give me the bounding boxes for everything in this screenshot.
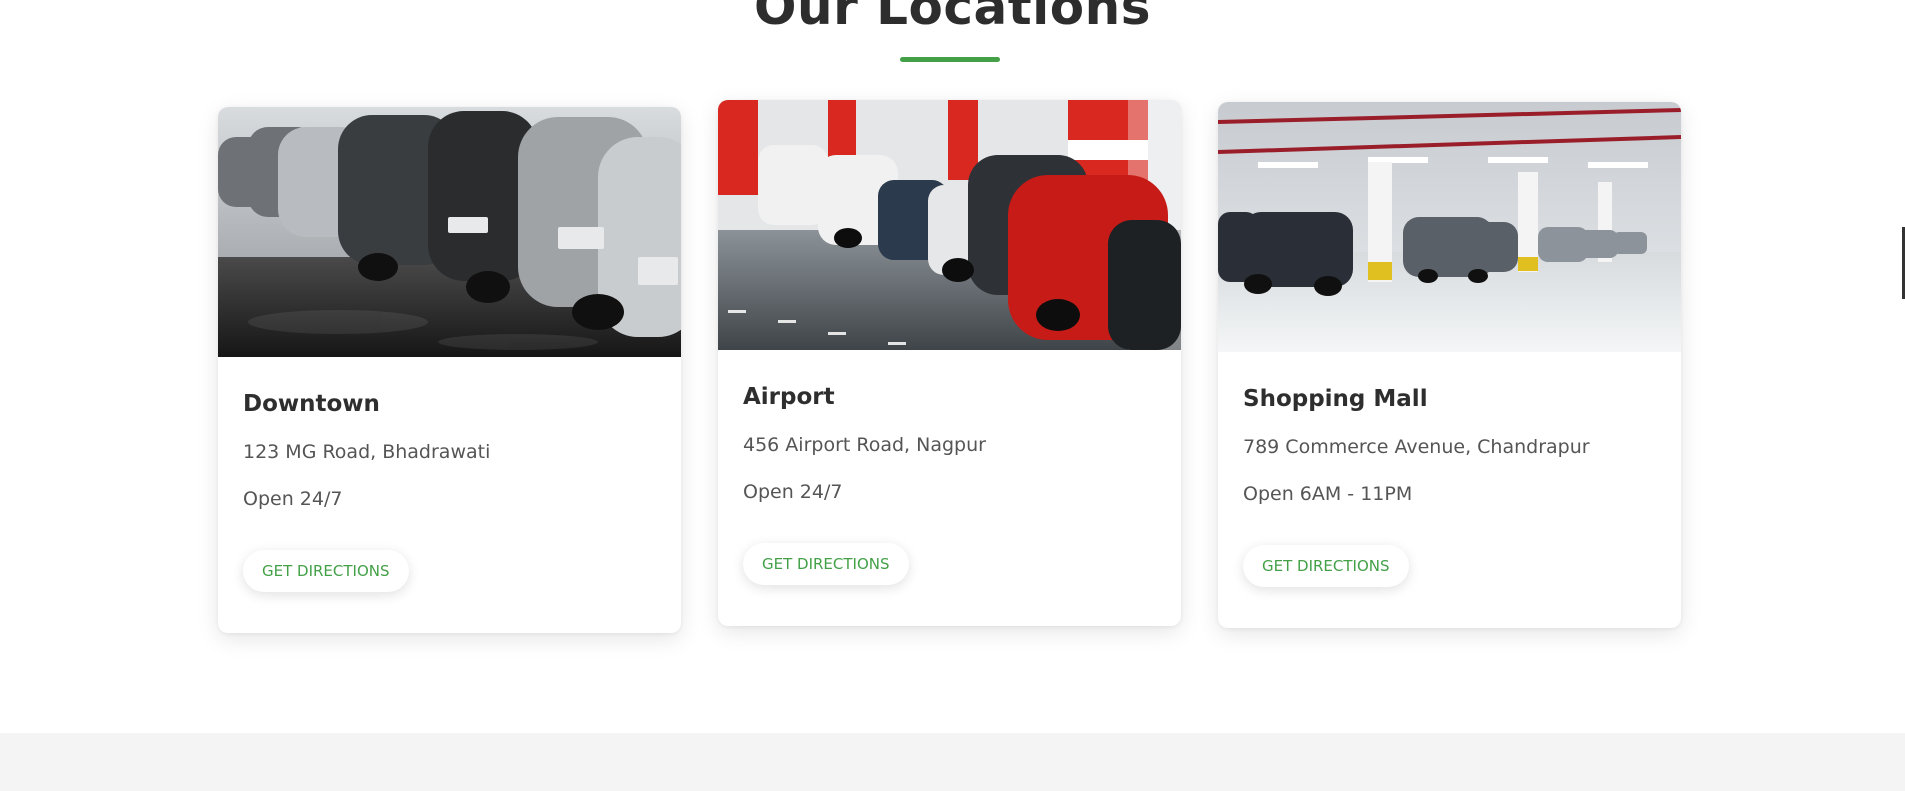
location-image-shopping-mall: [1218, 102, 1681, 352]
location-address: 123 MG Road, Bhadrawati: [243, 441, 491, 463]
location-address: 789 Commerce Avenue, Chandrapur: [1243, 436, 1590, 458]
location-hours: Open 24/7: [243, 488, 343, 510]
location-image-downtown: [218, 107, 681, 357]
location-card-airport: Airport 456 Airport Road, Nagpur Open 24…: [718, 100, 1181, 626]
location-name: Downtown: [243, 391, 380, 417]
card-body: Airport 456 Airport Road, Nagpur Open 24…: [718, 350, 1181, 585]
section-title: Our Locations: [753, 0, 1151, 36]
footer-section: [0, 733, 1905, 791]
get-directions-button[interactable]: GET DIRECTIONS: [243, 550, 409, 592]
card-body: Downtown 123 MG Road, Bhadrawati Open 24…: [218, 357, 681, 592]
card-body: Shopping Mall 789 Commerce Avenue, Chand…: [1218, 352, 1681, 587]
location-address: 456 Airport Road, Nagpur: [743, 434, 986, 456]
get-directions-button[interactable]: GET DIRECTIONS: [1243, 545, 1409, 587]
location-name: Airport: [743, 384, 835, 410]
location-card-shopping-mall: Shopping Mall 789 Commerce Avenue, Chand…: [1218, 102, 1681, 628]
location-hours: Open 24/7: [743, 481, 843, 503]
locations-page: Our Locations Downtown 123 MG Road, Bhad…: [0, 0, 1905, 791]
location-name: Shopping Mall: [1243, 386, 1428, 412]
location-image-airport: [718, 100, 1181, 350]
location-card-downtown: Downtown 123 MG Road, Bhadrawati Open 24…: [218, 107, 681, 633]
location-hours: Open 6AM - 11PM: [1243, 483, 1413, 505]
get-directions-button[interactable]: GET DIRECTIONS: [743, 543, 909, 585]
title-underline: [900, 57, 1000, 62]
